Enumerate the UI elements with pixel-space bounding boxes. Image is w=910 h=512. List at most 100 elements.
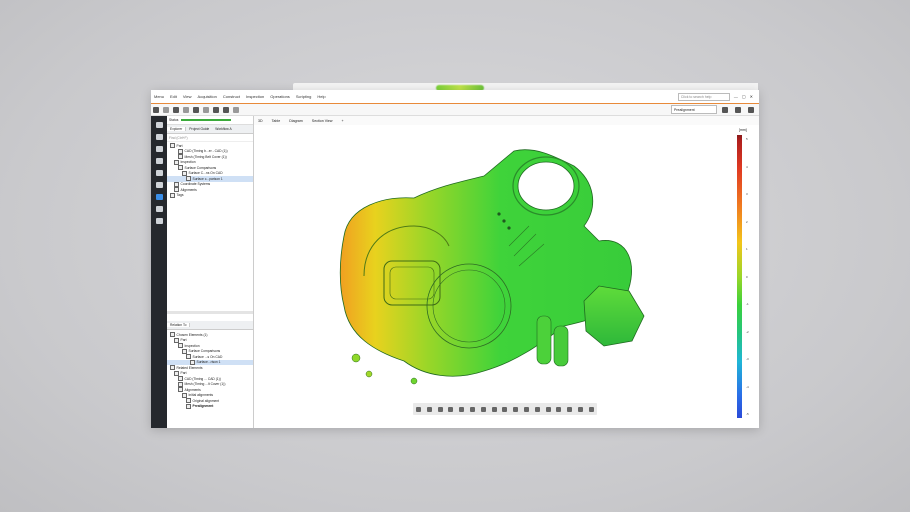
- tool-icon[interactable]: [155, 134, 163, 140]
- panel-splitter[interactable]: [167, 311, 253, 314]
- tab-project-guide[interactable]: Project Guide: [186, 127, 212, 131]
- tree-node-label: Surface C...ns On CAD: [188, 171, 223, 176]
- color-scale-tick: 5: [746, 137, 748, 141]
- menu-item[interactable]: Operations: [267, 94, 293, 99]
- tool-icon[interactable]: [155, 170, 163, 176]
- camera-icon[interactable]: [213, 106, 219, 113]
- tab-3d[interactable]: 3D: [258, 119, 263, 123]
- view-tool-button[interactable]: [545, 406, 551, 412]
- view-tool-button[interactable]: [491, 406, 497, 412]
- view-tool-button[interactable]: [469, 406, 475, 412]
- color-scale-tick: 1: [746, 247, 748, 251]
- refresh-icon[interactable]: [233, 106, 239, 113]
- view-tool-button[interactable]: [534, 406, 540, 412]
- tool-icon[interactable]: [155, 122, 163, 128]
- toolbar-button[interactable]: [748, 106, 754, 113]
- toolbar-button[interactable]: [203, 106, 209, 113]
- tool-icon[interactable]: [155, 182, 163, 188]
- tree-node-icon: [178, 343, 183, 349]
- toolbar-button[interactable]: [153, 106, 159, 113]
- view-tool-button[interactable]: [556, 406, 562, 412]
- view-tool-button[interactable]: [448, 406, 454, 412]
- tree-node-label: Surface Comparisons: [188, 349, 221, 354]
- tree-node-icon: [170, 143, 175, 149]
- tree-node-icon: [170, 365, 175, 371]
- 3d-viewport[interactable]: [254, 126, 759, 428]
- tab-explorer[interactable]: Explorer: [167, 127, 187, 131]
- toolbar-button[interactable]: [173, 106, 179, 113]
- tab-relation-to[interactable]: Relation To: [167, 323, 191, 327]
- axis-triad-icon: [362, 426, 386, 428]
- maximize-icon[interactable]: ▢: [742, 94, 746, 99]
- tree-node-icon: [186, 403, 191, 409]
- toolbar-button[interactable]: [183, 106, 189, 113]
- tree-node-label: Initial alignments: [188, 393, 214, 398]
- view-tool-button[interactable]: [502, 406, 508, 412]
- help-search-input[interactable]: Click to search help: [677, 92, 730, 101]
- view-tool-button[interactable]: [578, 406, 584, 412]
- toolbar-button[interactable]: [722, 106, 728, 113]
- menu-item[interactable]: Scripting: [293, 94, 315, 99]
- alignment-dropdown[interactable]: Prealignment: [671, 105, 717, 114]
- view-tool-button[interactable]: [426, 406, 432, 412]
- view-tool-button[interactable]: [588, 406, 594, 412]
- color-scale-tick: 4: [746, 164, 748, 169]
- tree-node-label: Coordinate Systems: [180, 182, 211, 187]
- tab-diagram[interactable]: Diagram: [289, 119, 303, 123]
- toolbar-button[interactable]: [223, 106, 229, 113]
- view-tool-button[interactable]: [524, 406, 530, 412]
- toolbar-button[interactable]: [163, 106, 169, 113]
- tree-node-label: CAD (Timing b...er - CAD (1)): [184, 149, 228, 154]
- tree-node-label: Part: [180, 338, 187, 343]
- view-tool-button[interactable]: [513, 406, 519, 412]
- menu-item[interactable]: View: [180, 94, 195, 99]
- tool-icon[interactable]: [155, 206, 163, 212]
- tree-node-icon: [170, 192, 175, 198]
- view-tool-button[interactable]: [437, 406, 443, 412]
- close-icon[interactable]: ✕: [750, 94, 753, 99]
- tool-icon[interactable]: [155, 146, 163, 152]
- color-scale-tick: -2: [746, 329, 749, 334]
- menu-item[interactable]: Help: [314, 94, 328, 99]
- tree-node-label: Alignments: [180, 187, 197, 192]
- tree-node-icon: [174, 337, 179, 343]
- tree-node[interactable]: Prealignment: [167, 403, 253, 410]
- menu-item[interactable]: Acquisition: [195, 94, 220, 99]
- minimize-icon[interactable]: —: [734, 94, 738, 99]
- view-tool-button[interactable]: [567, 406, 573, 412]
- tree-node-label: Mesh (Timing ...lt Cover (1)): [184, 382, 226, 387]
- explorer-filter-input[interactable]: Find (Ctrl+F): [167, 134, 253, 142]
- tab-table[interactable]: Table: [272, 119, 281, 123]
- part-deviation-model[interactable]: [254, 126, 759, 428]
- color-scale-tick: 0: [746, 274, 748, 279]
- relation-tree: Chosen Elements (1) Part Inspection Surface…: [167, 332, 253, 409]
- menu-item[interactable]: Construct: [220, 94, 243, 99]
- tree-node-icon: [174, 159, 179, 165]
- toolbar-button[interactable]: [193, 106, 199, 113]
- tab-section-view[interactable]: Section View: [312, 119, 333, 123]
- view-tool-button[interactable]: [415, 406, 421, 412]
- tool-icon[interactable]: [155, 158, 163, 164]
- tree-node-label: Tags: [176, 193, 184, 198]
- tree-node-icon: [170, 332, 175, 338]
- tree-node-icon: [186, 354, 191, 360]
- add-tab-button[interactable]: +: [342, 119, 344, 123]
- view-tool-button[interactable]: [480, 406, 486, 412]
- tree-node[interactable]: Tags: [167, 192, 253, 199]
- view-tool-button[interactable]: [459, 406, 465, 412]
- toolbar-button[interactable]: [735, 106, 741, 113]
- tab-workflow[interactable]: Workflow A: [212, 127, 234, 131]
- tool-icon[interactable]: [155, 218, 163, 224]
- alignment-selector[interactable]: Prealignment: [671, 105, 756, 114]
- tree-node-label: Mesh (Timing Belt Cover (1)): [184, 154, 227, 159]
- menu-item[interactable]: Edit: [167, 94, 180, 99]
- inspection-icon[interactable]: [155, 194, 163, 200]
- tree-node-icon: [182, 392, 187, 398]
- menu-item[interactable]: Menu: [151, 94, 167, 99]
- tree-node-icon: [174, 181, 179, 187]
- tree-node-icon: [178, 387, 183, 393]
- tree-node-icon: [178, 148, 183, 154]
- tree-node-label: Surface Comparisons: [184, 165, 217, 170]
- menu-item[interactable]: Inspection: [243, 94, 267, 99]
- tree-node-label: Surface...rison 1: [196, 360, 221, 365]
